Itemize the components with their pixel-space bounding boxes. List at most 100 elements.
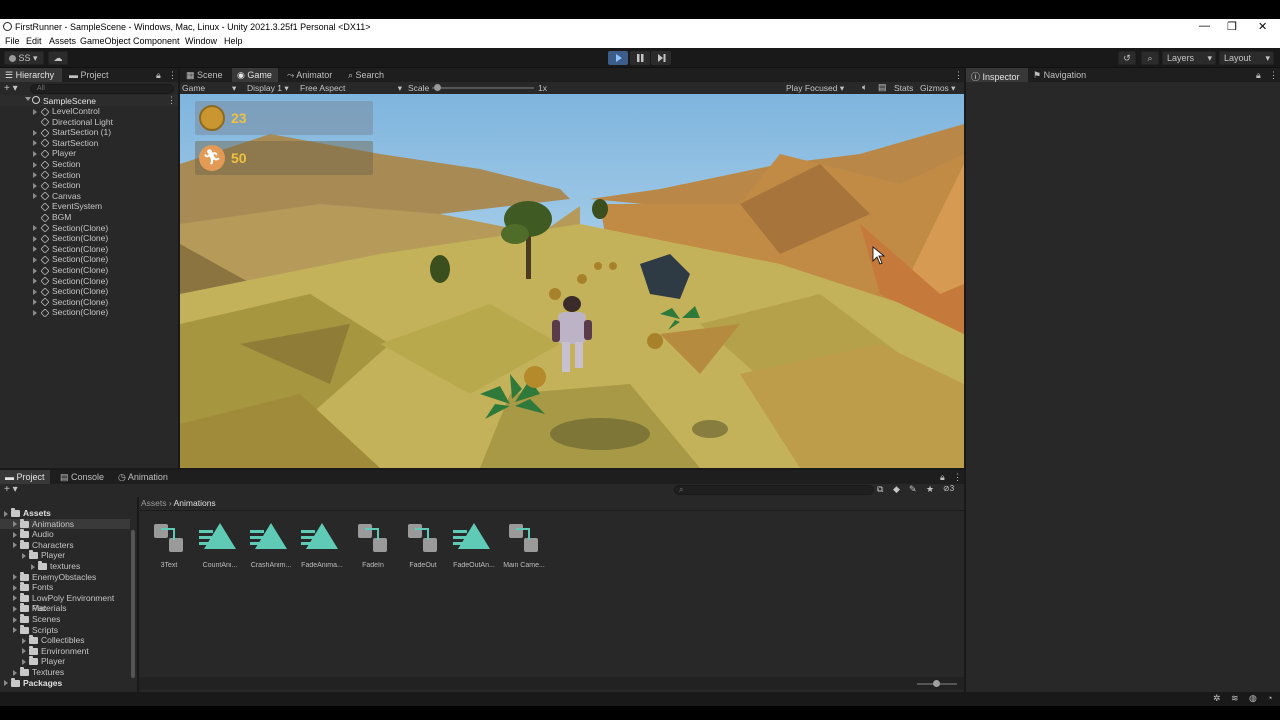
- hierarchy-item[interactable]: Section(Clone): [0, 223, 174, 234]
- step-button[interactable]: [651, 51, 671, 65]
- folder-tree-item[interactable]: Audio: [0, 529, 130, 540]
- folder-tree-item[interactable]: EnemyObstacles: [0, 571, 130, 583]
- folder-tree-item[interactable]: Textures: [0, 667, 130, 678]
- expand-arrow-icon[interactable]: [13, 595, 17, 602]
- stats-button[interactable]: Stats: [894, 83, 913, 93]
- hierarchy-item[interactable]: LevelControl: [0, 106, 174, 117]
- hierarchy-item[interactable]: Directional Light: [0, 117, 174, 128]
- menu-component[interactable]: Component: [133, 36, 180, 46]
- tab-scene[interactable]: ▦ Scene: [186, 70, 223, 81]
- more-icon[interactable]: ⋮: [1269, 70, 1278, 81]
- animation-clip-asset[interactable]: CountAni...: [196, 518, 244, 574]
- folder-tree-item[interactable]: textures: [0, 561, 130, 572]
- expand-arrow-icon[interactable]: [4, 680, 8, 687]
- filter-label-icon[interactable]: ◆: [893, 484, 900, 495]
- debug-icon[interactable]: ✲: [1213, 693, 1221, 704]
- hierarchy-item[interactable]: Player: [0, 148, 174, 159]
- scene-root-row[interactable]: SampleScene ⋮: [0, 95, 178, 106]
- hierarchy-item[interactable]: Section(Clone): [0, 297, 174, 308]
- folder-tree-item[interactable]: Assets: [0, 508, 130, 519]
- expand-arrow-icon[interactable]: [13, 605, 17, 612]
- play-focused-dropdown[interactable]: Play Focused ▾: [786, 83, 844, 94]
- filter-type-icon[interactable]: ⧉: [877, 484, 883, 495]
- layout-dropdown[interactable]: Layout ▾: [1219, 51, 1274, 65]
- tab-search[interactable]: ⌕ Search: [348, 70, 384, 81]
- expand-arrow-icon[interactable]: [33, 161, 37, 168]
- animation-clip-asset[interactable]: CrashAnim...: [247, 518, 295, 574]
- tab-animator[interactable]: ⤳ Animator: [287, 70, 332, 81]
- expand-arrow-icon[interactable]: [22, 648, 26, 655]
- expand-arrow-icon[interactable]: [33, 129, 37, 136]
- search-button[interactable]: ⌕: [1141, 51, 1159, 65]
- shortcuts-icon[interactable]: ▤: [878, 82, 887, 93]
- animator-controller-asset[interactable]: FadeOut: [399, 518, 447, 574]
- tree-scrollbar[interactable]: [131, 530, 135, 678]
- menu-assets[interactable]: Assets: [49, 36, 76, 46]
- tab-inspector[interactable]: ⓘ Inspector: [971, 70, 1020, 83]
- expand-arrow-icon[interactable]: [33, 267, 37, 274]
- expand-arrow-icon[interactable]: [33, 288, 37, 295]
- hierarchy-item[interactable]: BGM: [0, 212, 174, 223]
- play-button[interactable]: [608, 51, 628, 65]
- folder-tree-item[interactable]: Collectibles: [0, 635, 130, 646]
- display-dropdown[interactable]: Display 1 ▾: [247, 83, 289, 94]
- lock-icon[interactable]: 🔒︎: [156, 70, 161, 81]
- hierarchy-item[interactable]: Section(Clone): [0, 244, 174, 255]
- expand-arrow-icon[interactable]: [33, 193, 37, 200]
- project-search-input[interactable]: ⌕: [674, 485, 874, 495]
- icon-size-slider[interactable]: [917, 680, 957, 687]
- lock-icon[interactable]: 🔒︎: [1256, 70, 1261, 81]
- expand-arrow-icon[interactable]: [33, 150, 37, 157]
- hierarchy-item[interactable]: Section: [0, 170, 174, 181]
- hierarchy-item[interactable]: Section(Clone): [0, 254, 174, 265]
- tab-project[interactable]: ▬ Project: [5, 472, 45, 482]
- expand-arrow-icon[interactable]: [33, 108, 37, 115]
- expand-icon[interactable]: [25, 97, 31, 101]
- mute-audio-icon[interactable]: 🔈︎: [862, 82, 867, 93]
- hierarchy-item[interactable]: Section: [0, 159, 174, 170]
- folder-tree-item[interactable]: Materials: [0, 603, 130, 614]
- tab-project-top[interactable]: ▬ Project: [69, 70, 109, 80]
- favorite-icon[interactable]: ★: [926, 484, 934, 495]
- tab-game[interactable]: ◉ Game: [237, 70, 272, 81]
- account-dropdown[interactable]: SS ▾: [4, 51, 44, 65]
- more-icon[interactable]: ⋮: [953, 472, 962, 483]
- folder-tree-item[interactable]: Scripts: [0, 624, 130, 636]
- animator-controller-asset[interactable]: Main Came...: [500, 518, 548, 574]
- layers-dropdown[interactable]: Layers ▾: [1162, 51, 1216, 65]
- tab-console[interactable]: ▤ Console: [60, 472, 104, 483]
- hierarchy-item[interactable]: Section(Clone): [0, 276, 174, 287]
- more-icon[interactable]: ⋮: [954, 70, 963, 81]
- expand-arrow-icon[interactable]: [22, 552, 26, 559]
- history-button[interactable]: ↺: [1118, 51, 1136, 65]
- hierarchy-item[interactable]: StartSection (1): [0, 127, 174, 138]
- hierarchy-item[interactable]: Section(Clone): [0, 307, 174, 318]
- expand-arrow-icon[interactable]: [33, 278, 37, 285]
- scale-slider-handle[interactable]: [434, 84, 441, 91]
- expand-arrow-icon[interactable]: [33, 182, 37, 189]
- mode-dropdown[interactable]: Game ▾: [182, 83, 236, 93]
- menu-gameobject[interactable]: GameObject: [80, 36, 131, 46]
- folder-tree-item[interactable]: Animations: [0, 518, 130, 530]
- expand-arrow-icon[interactable]: [13, 542, 17, 549]
- expand-arrow-icon[interactable]: [13, 521, 17, 528]
- animation-clip-asset[interactable]: FadeOutAn...: [450, 518, 498, 574]
- animation-clip-asset[interactable]: FadeAnima...: [298, 518, 346, 574]
- cloud-button[interactable]: ☁: [48, 51, 68, 65]
- pause-button[interactable]: [630, 51, 650, 65]
- folder-tree-item[interactable]: Player: [0, 656, 130, 667]
- folder-tree-item[interactable]: Characters: [0, 539, 130, 551]
- expand-arrow-icon[interactable]: [33, 246, 37, 253]
- expand-arrow-icon[interactable]: [22, 637, 26, 644]
- scale-slider[interactable]: [432, 84, 534, 91]
- close-button[interactable]: ✕: [1258, 20, 1267, 33]
- expand-arrow-icon[interactable]: [13, 574, 17, 581]
- create-button[interactable]: + ▾: [4, 484, 18, 495]
- menu-help[interactable]: Help: [224, 36, 243, 46]
- expand-arrow-icon[interactable]: [33, 299, 37, 306]
- breadcrumb-animations[interactable]: Animations: [174, 498, 216, 508]
- folder-tree-item[interactable]: Fonts: [0, 582, 130, 593]
- collab-icon[interactable]: ◍: [1249, 693, 1257, 704]
- icon-size-handle[interactable]: [933, 680, 940, 687]
- folder-tree-item[interactable]: Environment: [0, 645, 130, 657]
